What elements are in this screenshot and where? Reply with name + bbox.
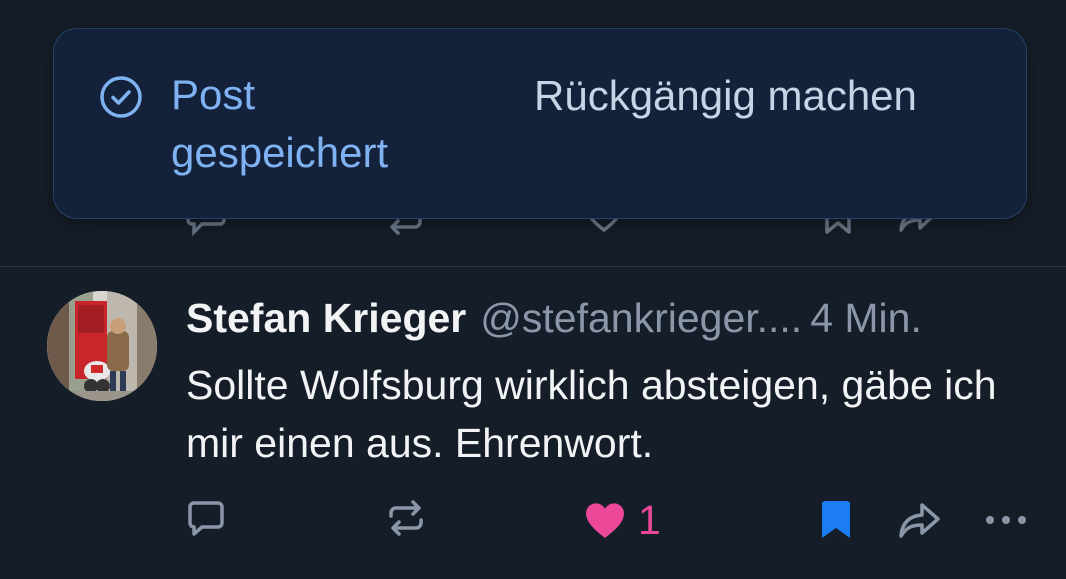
author-handle[interactable]: @stefankrieger.... (480, 295, 802, 341)
bookmark-icon[interactable] (818, 500, 854, 540)
check-circle-icon (100, 76, 142, 118)
more-icon[interactable] (984, 510, 1028, 530)
avatar[interactable] (47, 291, 157, 401)
undo-button[interactable]: Rückgängig machen (534, 66, 917, 126)
post-divider (0, 266, 1066, 267)
reply-icon[interactable] (186, 498, 226, 538)
like-count: 1 (638, 497, 661, 543)
post-text: Sollte Wolfsburg wirklich absteigen, gäb… (186, 362, 997, 466)
author-name[interactable]: Stefan Krieger (186, 295, 466, 341)
heart-icon[interactable] (584, 500, 626, 540)
toast-message: Post gespeichert (171, 71, 389, 176)
repost-icon[interactable] (386, 498, 426, 538)
post-time[interactable]: 4 Min. (810, 295, 922, 341)
share-icon[interactable] (898, 500, 942, 540)
post-header: Stefan Krieger @stefankrieger.... 4 Min. (186, 292, 1046, 344)
